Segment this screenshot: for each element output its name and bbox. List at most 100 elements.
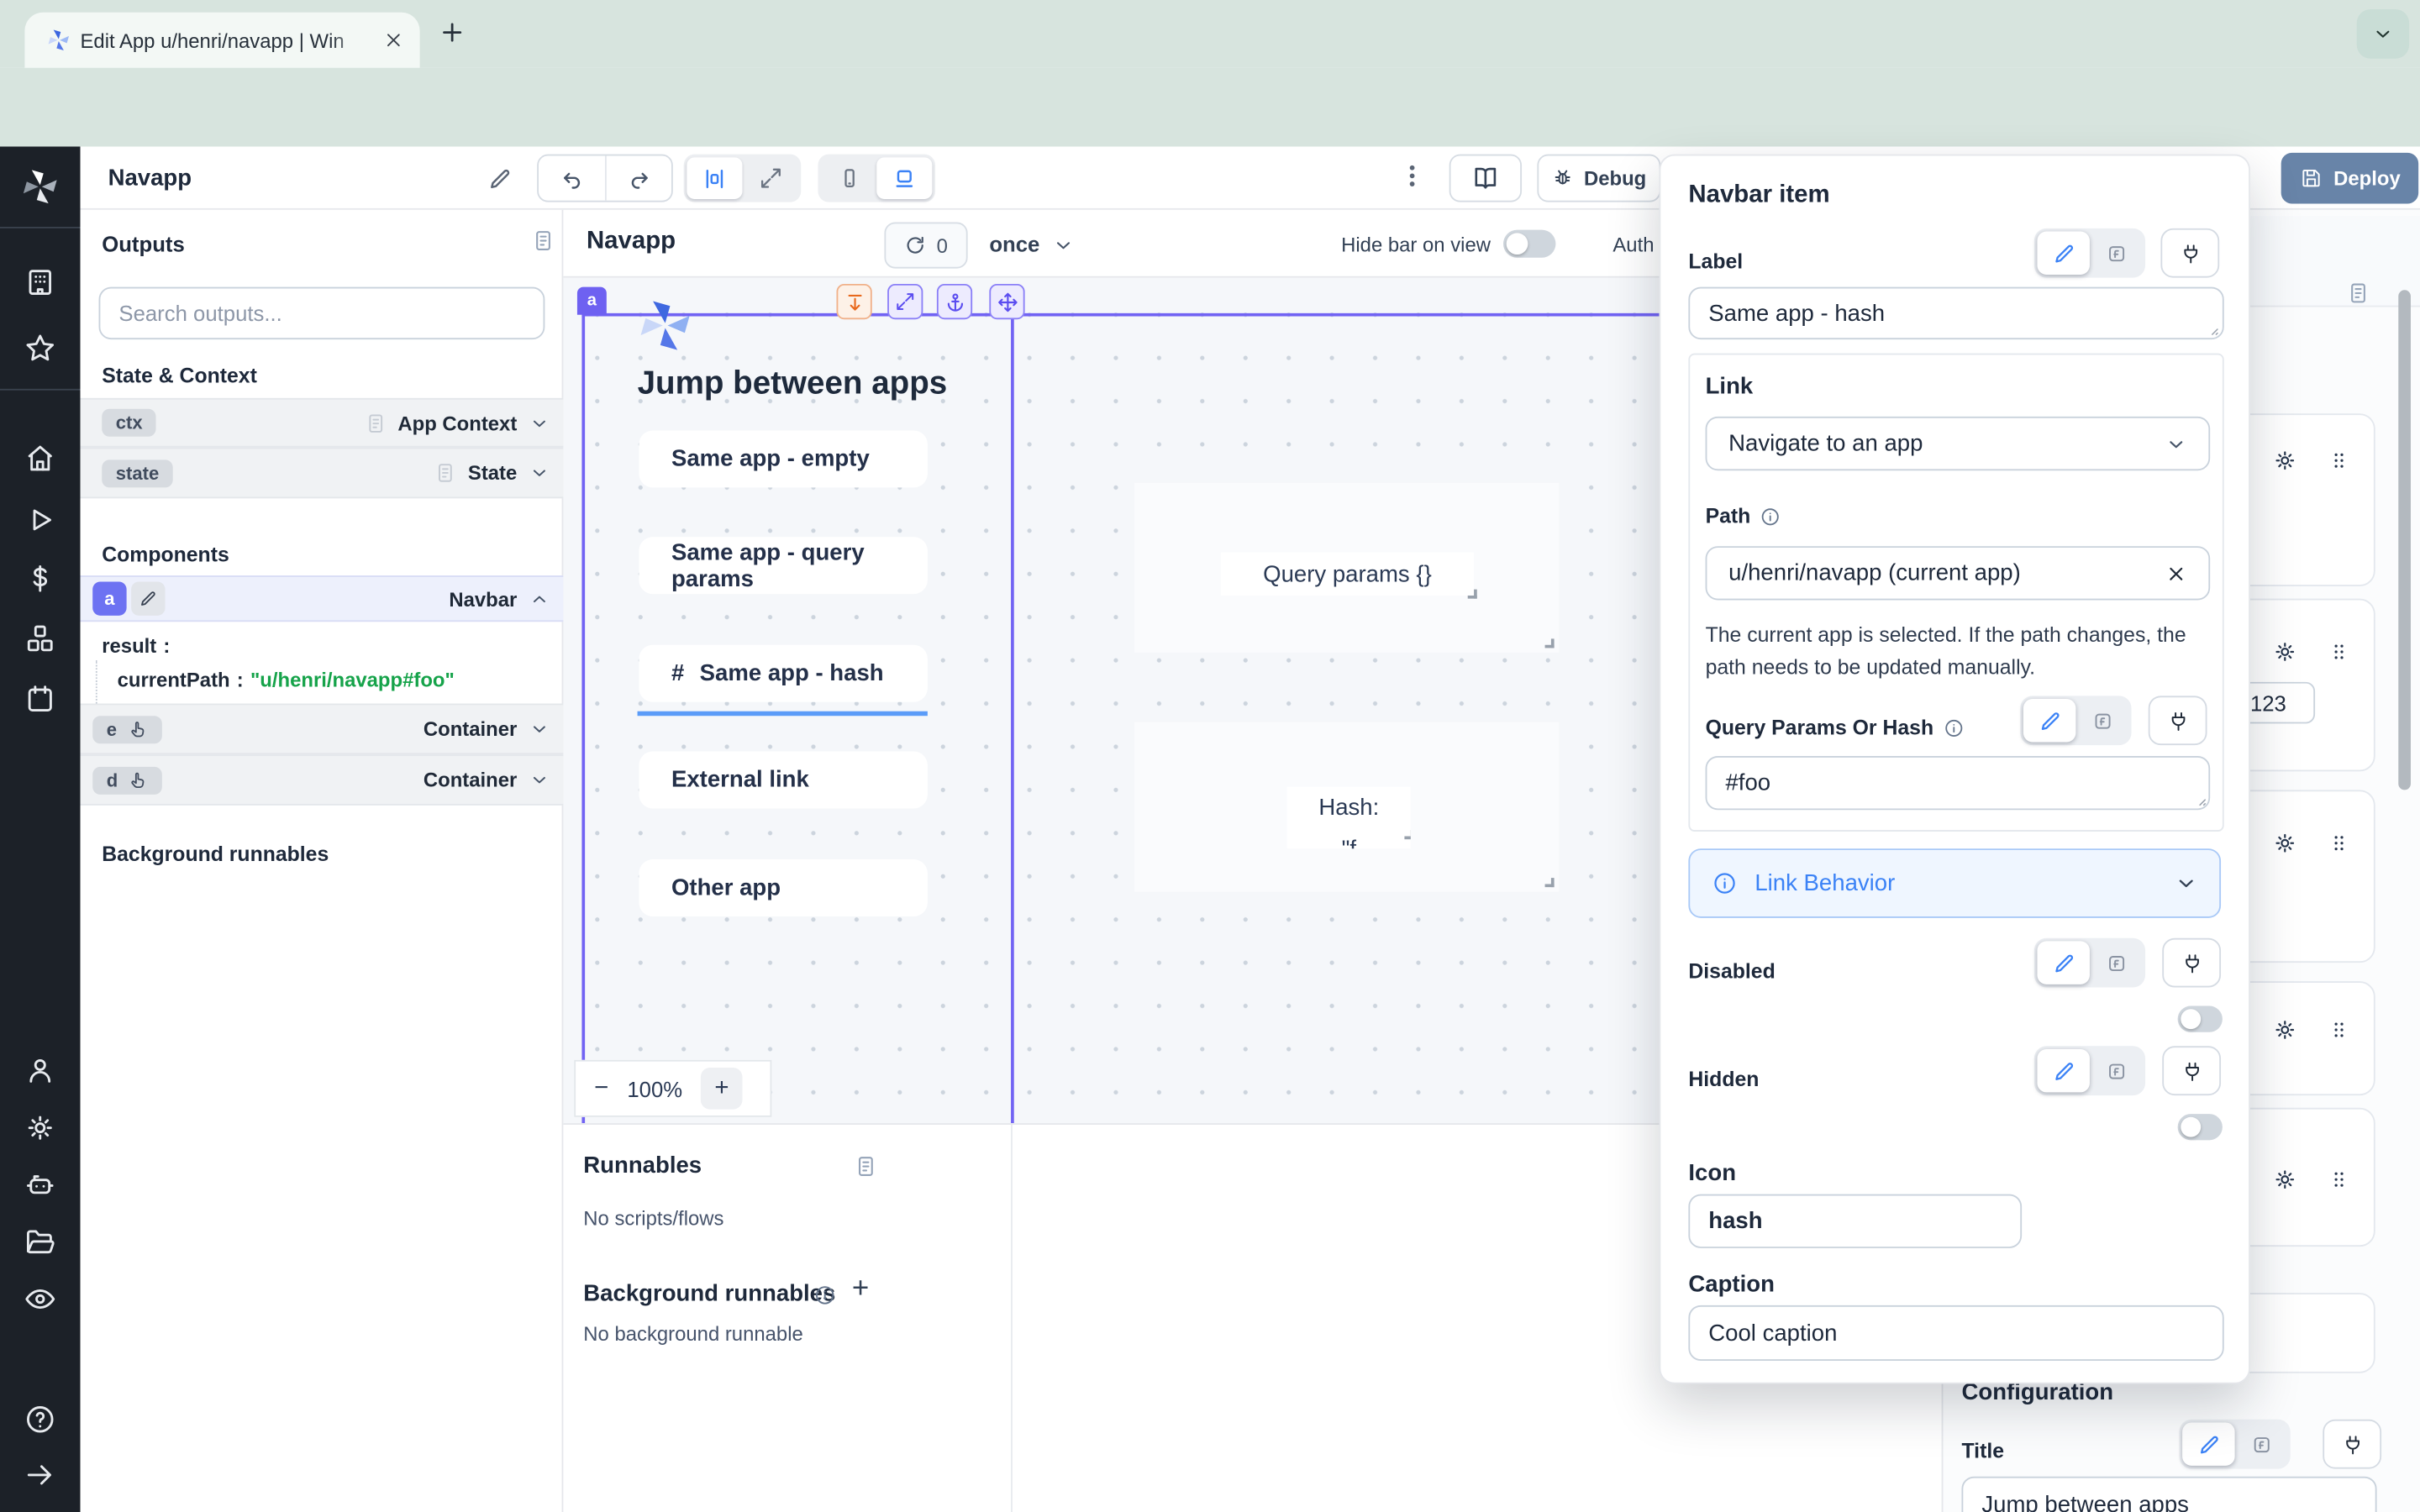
pencil-static-button[interactable]: [2037, 941, 2089, 984]
gear-icon[interactable]: [2272, 1016, 2298, 1042]
users-person-icon[interactable]: [24, 1053, 57, 1087]
new-tab-button[interactable]: [439, 18, 466, 46]
chevron-down-icon[interactable]: [529, 463, 550, 483]
link-type-select[interactable]: Navigate to an app: [1706, 417, 2211, 470]
fx-expression-button[interactable]: [2090, 232, 2142, 275]
panel-doc-icon[interactable]: [531, 228, 555, 253]
resize-handle-icon[interactable]: [2204, 321, 2219, 336]
resize-corner[interactable]: [1404, 830, 1410, 839]
audit-eye-icon[interactable]: [24, 1282, 57, 1315]
workspace-building-icon[interactable]: [24, 265, 57, 299]
container-d-row[interactable]: d Container: [81, 754, 564, 806]
hide-bar-toggle[interactable]: [1503, 230, 1555, 258]
drag-handle-icon[interactable]: [2328, 1168, 2351, 1191]
hidden-toggle[interactable]: [2178, 1114, 2223, 1140]
fx-expression-button[interactable]: [2090, 941, 2142, 984]
nav-item-query-params[interactable]: Same app - query params: [639, 537, 927, 594]
navbar-component-row[interactable]: a Navbar: [81, 575, 564, 622]
ctx-row[interactable]: ctx App Context: [81, 398, 564, 448]
hash-panel[interactable]: Hash: "f: [1134, 722, 1559, 892]
component-id-badge[interactable]: a: [92, 581, 126, 615]
anchor-component-button[interactable]: [937, 284, 972, 319]
pencil-static-button[interactable]: [2023, 699, 2075, 742]
zoom-in-button[interactable]: +: [701, 1068, 743, 1110]
title-input[interactable]: [1961, 1477, 2376, 1512]
chevron-down-icon[interactable]: [529, 770, 550, 790]
result-key-row[interactable]: result :: [102, 633, 170, 660]
zoom-out-button[interactable]: −: [594, 1074, 608, 1102]
label-input[interactable]: [1688, 287, 2223, 339]
e-badge[interactable]: e: [92, 715, 161, 743]
resize-corner[interactable]: [1545, 638, 1555, 648]
fill-height-button[interactable]: [837, 284, 872, 319]
current-path-row[interactable]: currentPath : "u/henri/navapp#foo": [118, 666, 455, 694]
resize-corner[interactable]: [1545, 878, 1555, 887]
browser-tab[interactable]: Edit App u/henri/navapp | Win: [24, 13, 419, 68]
more-menu-kebab-icon[interactable]: [1398, 162, 1426, 190]
drag-handle-icon[interactable]: [2328, 449, 2351, 472]
panel-doc-icon[interactable]: [854, 1154, 878, 1179]
full-width-layout-button[interactable]: [742, 157, 797, 199]
runs-play-icon[interactable]: [24, 503, 57, 537]
nav-item-other-app[interactable]: Other app: [639, 859, 927, 916]
state-row[interactable]: state State: [81, 448, 564, 499]
collapse-arrow-right-icon[interactable]: [24, 1458, 57, 1492]
scrollbar-thumb[interactable]: [2398, 290, 2411, 790]
caption-input[interactable]: [1688, 1305, 2223, 1361]
resize-handle-icon[interactable]: [2191, 791, 2207, 806]
home-icon[interactable]: [24, 441, 57, 475]
mobile-view-button[interactable]: [821, 157, 876, 199]
drag-handle-icon[interactable]: [2328, 832, 2351, 855]
pencil-static-button[interactable]: [2182, 1422, 2234, 1465]
connect-plug-button[interactable]: [2162, 938, 2221, 988]
chevron-down-icon[interactable]: [529, 412, 550, 433]
docs-book-button[interactable]: [1449, 155, 1522, 202]
drag-handle-icon[interactable]: [2328, 1018, 2351, 1042]
settings-gear-icon[interactable]: [24, 1110, 57, 1144]
panel-doc-icon[interactable]: [2346, 281, 2370, 305]
connect-plug-button[interactable]: [2160, 228, 2219, 278]
schedules-calendar-icon[interactable]: [24, 682, 57, 716]
deploy-button[interactable]: Deploy: [2281, 153, 2419, 204]
tab-search-chevron-button[interactable]: [2357, 9, 2409, 59]
path-input[interactable]: u/henri/navapp (current app): [1706, 546, 2211, 600]
nav-item-empty[interactable]: Same app - empty: [639, 430, 927, 487]
chevron-down-icon[interactable]: [1053, 234, 1075, 256]
refresh-count-button[interactable]: 0: [884, 222, 967, 268]
resources-boxes-icon[interactable]: [24, 622, 57, 655]
query-params-panel[interactable]: Query params {}: [1134, 483, 1559, 653]
workers-robot-icon[interactable]: [24, 1168, 57, 1201]
chevron-up-icon[interactable]: [529, 589, 550, 609]
desktop-view-button[interactable]: [876, 157, 932, 199]
gear-icon[interactable]: [2272, 638, 2298, 664]
help-icon[interactable]: [24, 1403, 57, 1436]
ctx-badge[interactable]: ctx: [102, 409, 156, 437]
drag-handle-icon[interactable]: [2328, 640, 2351, 664]
gear-icon[interactable]: [2272, 448, 2298, 474]
connect-plug-button[interactable]: [2149, 696, 2207, 745]
tab-close-icon[interactable]: [383, 29, 405, 51]
nav-item-external-link[interactable]: External link: [639, 751, 927, 808]
expand-component-button[interactable]: [887, 284, 923, 319]
run-mode[interactable]: once: [989, 232, 1039, 256]
undo-button[interactable]: [539, 156, 605, 201]
connect-plug-button[interactable]: [2162, 1046, 2221, 1095]
add-background-runnable-button[interactable]: +: [852, 1273, 869, 1306]
favorites-star-icon[interactable]: [24, 332, 57, 365]
connect-plug-button[interactable]: [2323, 1420, 2381, 1469]
move-component-button[interactable]: [989, 284, 1024, 319]
query-params-input[interactable]: [1706, 756, 2211, 810]
fx-expression-button[interactable]: [2090, 1049, 2142, 1092]
fx-expression-button[interactable]: [2075, 699, 2128, 742]
d-badge[interactable]: d: [92, 766, 162, 794]
edit-id-pencil-icon[interactable]: [131, 581, 165, 615]
variables-dollar-icon[interactable]: [24, 562, 57, 596]
centered-layout-button[interactable]: [687, 157, 742, 199]
link-behavior-toggle[interactable]: Link Behavior: [1688, 848, 2221, 918]
redo-button[interactable]: [605, 156, 671, 201]
debug-button[interactable]: Debug: [1537, 155, 1660, 202]
search-outputs-input[interactable]: [99, 287, 545, 339]
pencil-static-button[interactable]: [2037, 232, 2089, 275]
disabled-toggle[interactable]: [2178, 1006, 2223, 1032]
gear-icon[interactable]: [2272, 1167, 2298, 1193]
